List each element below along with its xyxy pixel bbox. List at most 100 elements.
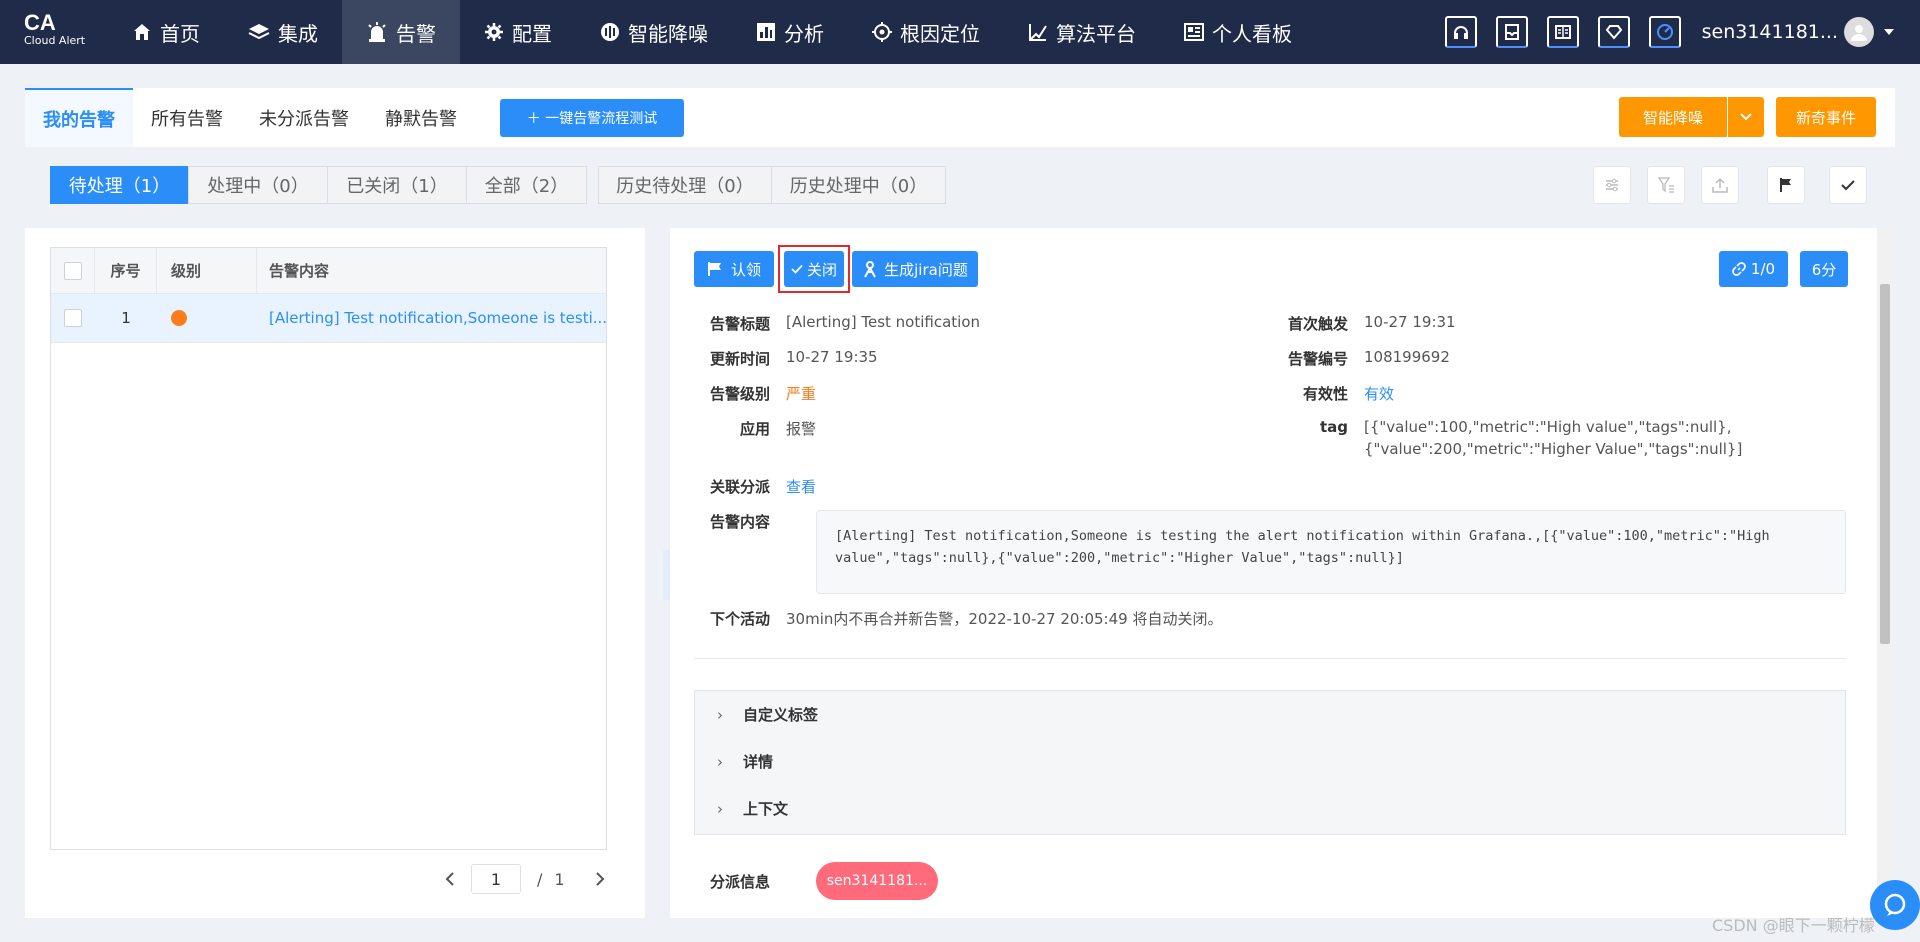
logo-text: CA <box>24 10 56 35</box>
speedometer-icon[interactable] <box>1648 16 1681 48</box>
assignee-tag[interactable]: sen3141181... <box>816 862 938 900</box>
avatar <box>1844 17 1874 47</box>
noise-dropdown-button[interactable] <box>1728 97 1764 137</box>
field-label: 更新时间 <box>709 350 770 368</box>
link-count: 1/0 <box>1750 260 1776 278</box>
select-all-checkbox[interactable] <box>63 261 82 280</box>
chevron-right-icon: › <box>717 752 723 771</box>
nav-label: 集成 <box>278 21 318 46</box>
field-label: 下个活动 <box>709 610 770 628</box>
nav-item-integration[interactable]: 集成 <box>224 0 342 64</box>
export-button[interactable] <box>1701 166 1739 204</box>
username: sen3141181... <box>1701 21 1838 43</box>
nav-item-config[interactable]: 配置 <box>460 0 576 64</box>
nav-label: 个人看板 <box>1212 21 1292 46</box>
alert-content-line: value","tags":null},{"value":200,"metric… <box>835 550 1404 566</box>
settings-sliders-button[interactable] <box>1593 166 1631 204</box>
alert-id-value: 108199692 <box>1364 348 1450 366</box>
upload-icon <box>1712 177 1728 193</box>
field-label: 首次触发 <box>1287 315 1348 333</box>
user-menu[interactable]: sen3141181... <box>1702 17 1894 47</box>
book-icon[interactable] <box>1546 16 1579 48</box>
alert-content-box: [Alerting] Test notification,Someone is … <box>816 510 1846 594</box>
nav-item-root-cause[interactable]: 根因定位 <box>848 0 1004 64</box>
chevron-down-icon <box>1740 113 1752 121</box>
tab-my-alerts[interactable]: 我的告警 <box>25 88 133 147</box>
field-label: 分派信息 <box>709 873 770 891</box>
view-assignment-link[interactable]: 查看 <box>786 476 816 497</box>
column-header-level: 级别 <box>157 248 257 293</box>
accordion-custom-tags[interactable]: › 自定义标签 <box>695 691 1845 738</box>
target-icon <box>872 22 892 42</box>
duration-badge[interactable]: 6分 <box>1800 251 1848 287</box>
alert-tabs-bar: 我的告警 所有告警 未分派告警 静默告警 ＋ 一键告警流程测试 智能降噪 新奇事… <box>25 88 1895 147</box>
next-page-icon[interactable] <box>595 872 605 886</box>
bar-chart-icon <box>757 23 775 41</box>
sliders-icon <box>1606 178 1618 192</box>
alert-detail-panel: 认领 关闭 生成jira问题 1/0 6分 告警标题 [Alerting] Tes… <box>670 228 1890 918</box>
tab-silenced-alerts[interactable]: 静默告警 <box>367 88 475 147</box>
dashboard-icon <box>1184 23 1204 41</box>
create-jira-button[interactable]: 生成jira问题 <box>852 251 978 287</box>
logo[interactable]: CA Cloud Alert <box>0 0 108 64</box>
alarm-icon <box>368 22 386 42</box>
tab-unassigned-alerts[interactable]: 未分派告警 <box>241 88 367 147</box>
row-checkbox[interactable] <box>64 309 82 327</box>
alert-list-panel: 序号 级别 告警内容 1 [Alerting] Test notificatio… <box>25 228 645 918</box>
accordion-details[interactable]: › 详情 <box>695 738 1845 785</box>
table-row[interactable]: 1 [Alerting] Test notification,Someone i… <box>51 294 606 343</box>
one-click-test-button[interactable]: ＋ 一键告警流程测试 <box>500 98 684 137</box>
layers-icon <box>248 24 270 40</box>
support-chat-button[interactable] <box>1870 880 1920 930</box>
prev-page-icon[interactable] <box>445 872 455 886</box>
page-total: 1 <box>554 869 565 889</box>
row-index: 1 <box>121 309 131 327</box>
filter-processing[interactable]: 处理中（0） <box>188 166 328 204</box>
field-label: 告警标题 <box>709 315 770 333</box>
filter-pending[interactable]: 待处理（1） <box>50 166 189 204</box>
filter-closed[interactable]: 已关闭（1） <box>327 166 467 204</box>
validity-value: 有效 <box>1364 385 1395 403</box>
related-link-button[interactable]: 1/0 <box>1719 251 1788 287</box>
update-time-value: 10-27 19:35 <box>786 348 878 366</box>
nav-item-noise-reduction[interactable]: 智能降噪 <box>576 0 732 64</box>
inbox-icon[interactable] <box>1495 16 1528 48</box>
claim-button[interactable]: 认领 <box>694 251 774 287</box>
pagination: 1 / 1 <box>445 864 605 894</box>
diamond-icon[interactable] <box>1597 16 1630 48</box>
novelty-event-button[interactable]: 新奇事件 <box>1776 97 1876 137</box>
nav-item-alerts[interactable]: 告警 <box>342 0 460 64</box>
noise-reduction-button[interactable]: 智能降噪 <box>1619 97 1727 137</box>
tab-all-alerts[interactable]: 所有告警 <box>133 88 241 147</box>
filter-history-processing[interactable]: 历史处理中（0） <box>771 166 946 204</box>
page-input[interactable]: 1 <box>471 864 521 894</box>
table-header: 序号 级别 告警内容 <box>51 248 606 294</box>
caret-down-icon <box>1884 29 1894 35</box>
nav-item-algorithm[interactable]: 算法平台 <box>1004 0 1160 64</box>
alert-title-value: [Alerting] Test notification <box>786 313 981 331</box>
detail-scrollbar[interactable] <box>1877 228 1893 918</box>
filter-all[interactable]: 全部（2） <box>466 166 587 204</box>
nav-label: 算法平台 <box>1056 21 1136 46</box>
nav-item-home[interactable]: 首页 <box>108 0 224 64</box>
check-icon <box>1841 180 1855 191</box>
filter-button[interactable] <box>1647 166 1685 204</box>
nav-item-analysis[interactable]: 分析 <box>732 0 848 64</box>
check-button[interactable] <box>1829 166 1867 204</box>
accordion-context[interactable]: › 上下文 <box>695 785 1845 832</box>
scrollbar-thumb[interactable] <box>1880 284 1890 644</box>
nav-item-dashboard[interactable]: 个人看板 <box>1160 0 1316 64</box>
field-label: 告警级别 <box>709 385 770 403</box>
filter-history-pending[interactable]: 历史待处理（0） <box>598 166 772 204</box>
column-header-index: 序号 <box>95 248 157 293</box>
alert-content-line: [Alerting] Test notification,Someone is … <box>835 528 1770 544</box>
nav-toolbar: sen3141181... <box>1444 0 1920 64</box>
row-content-link[interactable]: [Alerting] Test notification,Someone is … <box>257 294 606 342</box>
accordion-label: 自定义标签 <box>743 706 819 724</box>
flag-button[interactable] <box>1767 166 1805 204</box>
nav-label: 首页 <box>160 21 200 46</box>
flag-icon <box>1780 178 1791 192</box>
headset-icon[interactable] <box>1444 16 1477 48</box>
alert-table: 序号 级别 告警内容 1 [Alerting] Test notificatio… <box>50 247 607 850</box>
nav-label: 配置 <box>512 21 552 46</box>
